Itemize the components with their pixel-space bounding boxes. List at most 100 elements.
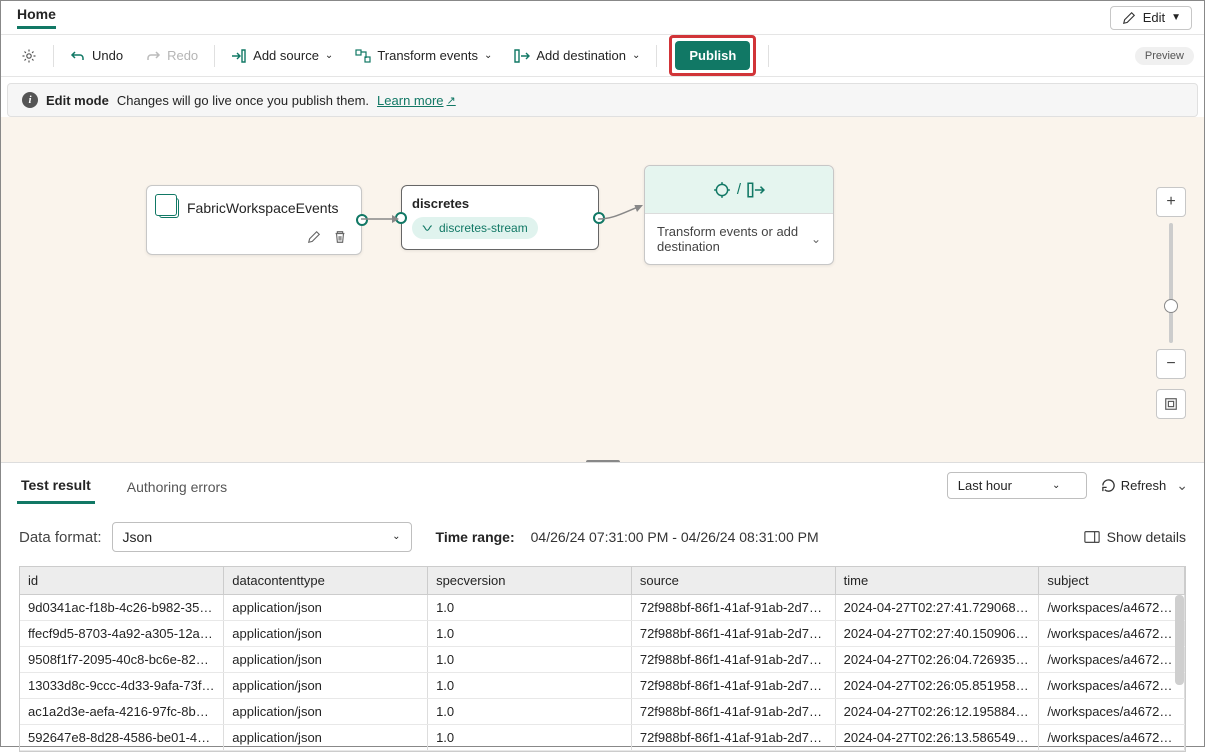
table-cell: /workspaces/a467253e- xyxy=(1039,699,1185,725)
chevron-down-icon: ⌄ xyxy=(325,51,333,61)
edit-mode-bar: i Edit mode Changes will go live once yo… xyxy=(7,83,1198,117)
dest-text: Transform events or add destination xyxy=(657,224,801,254)
show-details-button[interactable]: Show details xyxy=(1084,529,1186,545)
table-cell: application/json xyxy=(224,647,428,673)
publish-button[interactable]: Publish xyxy=(675,41,750,70)
table-cell: /workspaces/a467253e- xyxy=(1039,647,1185,673)
info-icon: i xyxy=(22,92,38,108)
show-details-label: Show details xyxy=(1107,529,1186,545)
caret-down-icon: ▼ xyxy=(1171,13,1181,23)
table-row[interactable]: 9508f1f7-2095-40c8-bc6e-82bc942applicati… xyxy=(20,647,1185,673)
chevron-down-icon: ⌄ xyxy=(632,51,640,61)
table-cell: 1.0 xyxy=(428,595,632,621)
tab-test-result[interactable]: Test result xyxy=(17,467,95,504)
redo-label: Redo xyxy=(167,48,198,63)
publish-highlight: Publish xyxy=(669,35,756,76)
exit-icon xyxy=(747,181,765,199)
node-destination[interactable]: / Transform events or add destination ⌄ xyxy=(644,165,834,265)
table-row[interactable]: ac1a2d3e-aefa-4216-97fc-8b43d70applicati… xyxy=(20,699,1185,725)
time-range-select[interactable]: Last hour ⌄ xyxy=(947,472,1087,499)
table-cell: 72f988bf-86f1-41af-91ab-2d7cd01 xyxy=(631,673,835,699)
arrow-in-icon xyxy=(231,48,247,64)
refresh-icon xyxy=(1101,478,1116,493)
resize-handle[interactable] xyxy=(586,460,620,462)
table-cell: ac1a2d3e-aefa-4216-97fc-8b43d70 xyxy=(20,699,224,725)
table-cell: /workspaces/a467253e- xyxy=(1039,673,1185,699)
table-cell: /workspaces/a467253e- xyxy=(1039,621,1185,647)
results-table: iddatacontenttypespecversionsourcetimesu… xyxy=(19,566,1186,752)
zoom-controls: + − xyxy=(1156,187,1186,419)
chevron-down-icon[interactable]: ⌄ xyxy=(811,232,821,246)
output-port[interactable] xyxy=(356,214,368,226)
add-source-button[interactable]: Add source ⌄ xyxy=(221,42,343,70)
table-cell: 72f988bf-86f1-41af-91ab-2d7cd01 xyxy=(631,647,835,673)
table-cell: 72f988bf-86f1-41af-91ab-2d7cd01 xyxy=(631,699,835,725)
transform-label: Transform events xyxy=(377,48,478,63)
refresh-button[interactable]: Refresh xyxy=(1101,478,1167,493)
table-cell: 9508f1f7-2095-40c8-bc6e-82bc942 xyxy=(20,647,224,673)
column-header[interactable]: datacontenttype xyxy=(224,567,428,595)
undo-button[interactable]: Undo xyxy=(60,42,133,70)
column-header[interactable]: id xyxy=(20,567,224,595)
add-dest-label: Add destination xyxy=(536,48,626,63)
pencil-icon xyxy=(1121,10,1137,26)
slash: / xyxy=(737,181,741,198)
data-format-select[interactable]: Json ⌄ xyxy=(112,522,412,552)
zoom-thumb[interactable] xyxy=(1164,299,1178,313)
stream-label: discretes-stream xyxy=(439,221,528,235)
column-header[interactable]: subject xyxy=(1039,567,1185,595)
chevron-down-icon: ⌄ xyxy=(1052,481,1060,491)
table-cell: application/json xyxy=(224,699,428,725)
table-cell: 9d0341ac-f18b-4c26-b982-35a1d1f xyxy=(20,595,224,621)
table-cell: 1.0 xyxy=(428,647,632,673)
table-cell: 1.0 xyxy=(428,699,632,725)
output-port[interactable] xyxy=(593,212,605,224)
time-range-value: 04/26/24 07:31:00 PM - 04/26/24 08:31:00… xyxy=(531,529,819,545)
learn-more-link[interactable]: Learn more ↗ xyxy=(377,93,456,108)
stream-pill: discretes-stream xyxy=(412,217,538,239)
add-destination-button[interactable]: Add destination ⌄ xyxy=(504,42,650,70)
column-header[interactable]: specversion xyxy=(428,567,632,595)
table-cell: 1.0 xyxy=(428,621,632,647)
tab-home[interactable]: Home xyxy=(17,6,56,29)
table-cell: 72f988bf-86f1-41af-91ab-2d7cd01 xyxy=(631,621,835,647)
table-row[interactable]: ffecf9d5-8703-4a92-a305-12a423bapplicati… xyxy=(20,621,1185,647)
pencil-icon[interactable] xyxy=(305,228,323,246)
settings-button[interactable] xyxy=(11,42,47,70)
expand-panel-button[interactable]: ⌄ xyxy=(1176,477,1188,494)
trash-icon[interactable] xyxy=(331,228,349,246)
zoom-slider[interactable] xyxy=(1169,223,1173,343)
toolbar: Undo Redo Add source ⌄ Transform events … xyxy=(1,35,1204,77)
layers-icon xyxy=(159,198,179,218)
table-cell: application/json xyxy=(224,673,428,699)
vertical-scrollbar[interactable] xyxy=(1175,595,1184,685)
input-port[interactable] xyxy=(395,212,407,224)
fit-screen-button[interactable] xyxy=(1156,389,1186,419)
table-cell: 2024-04-27T02:27:41.7290687Z xyxy=(835,595,1039,621)
zoom-out-button[interactable]: − xyxy=(1156,349,1186,379)
table-row[interactable]: 9d0341ac-f18b-4c26-b982-35a1d1fapplicati… xyxy=(20,595,1185,621)
node-discretes[interactable]: discretes discretes-stream xyxy=(401,185,599,250)
time-select-value: Last hour xyxy=(958,478,1012,493)
undo-icon xyxy=(70,48,86,64)
table-cell: 2024-04-27T02:26:12.1958849Z xyxy=(835,699,1039,725)
table-cell: 13033d8c-9ccc-4d33-9afa-73f5c95 xyxy=(20,673,224,699)
tab-authoring-errors[interactable]: Authoring errors xyxy=(123,469,231,503)
edit-button[interactable]: Edit ▼ xyxy=(1110,6,1192,30)
column-header[interactable]: source xyxy=(631,567,835,595)
node-source[interactable]: FabricWorkspaceEvents xyxy=(146,185,362,255)
redo-icon xyxy=(145,48,161,64)
table-cell: application/json xyxy=(224,621,428,647)
header: Home Edit ▼ xyxy=(1,1,1204,35)
zoom-in-button[interactable]: + xyxy=(1156,187,1186,217)
transform-events-button[interactable]: Transform events ⌄ xyxy=(345,42,502,70)
redo-button[interactable]: Redo xyxy=(135,42,208,70)
table-row[interactable]: 13033d8c-9ccc-4d33-9afa-73f5c95applicati… xyxy=(20,673,1185,699)
column-header[interactable]: time xyxy=(835,567,1039,595)
table-cell: 72f988bf-86f1-41af-91ab-2d7cd01 xyxy=(631,595,835,621)
external-link-icon: ↗ xyxy=(447,94,456,107)
table-cell: 2024-04-27T02:27:40.1509061Z xyxy=(835,621,1039,647)
canvas[interactable]: FabricWorkspaceEvents discretes discrete… xyxy=(1,117,1204,462)
data-format-value: Json xyxy=(123,529,153,545)
edit-mode-title: Edit mode xyxy=(46,93,109,108)
